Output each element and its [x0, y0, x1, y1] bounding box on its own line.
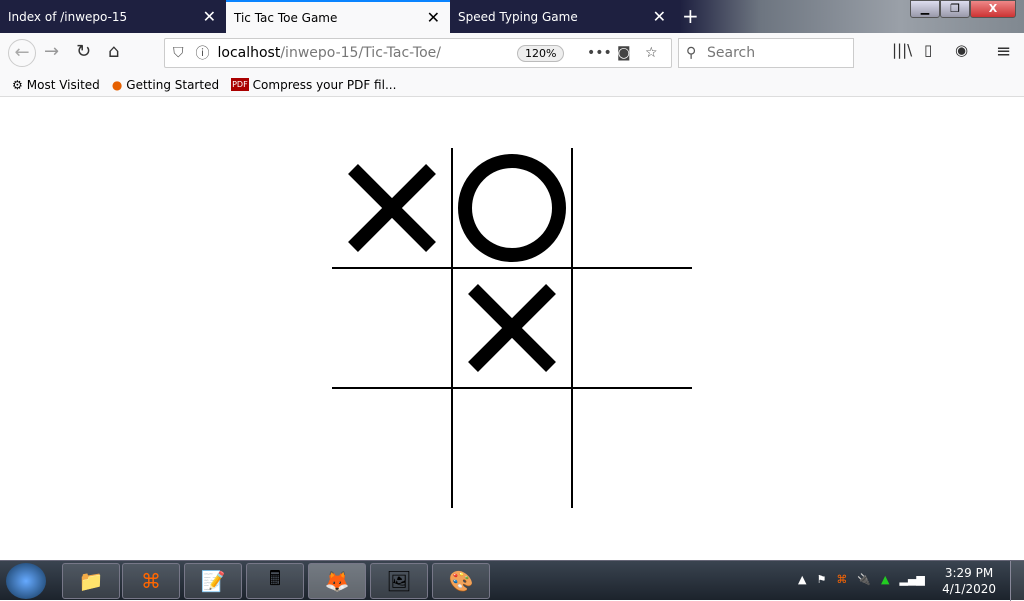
- tab-label: Index of /inwepo-15: [8, 9, 128, 24]
- search-placeholder: Search: [707, 45, 756, 61]
- sidebar-icon[interactable]: ▯: [924, 41, 932, 59]
- x-mark: [468, 284, 556, 372]
- library-icon[interactable]: |||\: [892, 41, 912, 59]
- paint-icon[interactable]: 🎨: [432, 563, 490, 599]
- bookmark-label: Most Visited: [26, 77, 100, 92]
- bookmark-label: Compress your PDF fil...: [252, 77, 397, 92]
- taskbar: 📁 ⌘ 📝 🖩 🦊 🖼 🎨 ▲ ⚑ ⌘ 🔌 ▲ ▂▄▆ 3:29 PM 4/1/2020: [0, 560, 1024, 601]
- tab-index[interactable]: Index of /inwepo-15 ✕: [0, 0, 226, 33]
- board-cell[interactable]: [332, 268, 452, 388]
- gear-icon: ⚙: [12, 77, 23, 92]
- minimize-button[interactable]: ▁: [910, 0, 940, 18]
- url-path: /inwepo-15/Tic-Tac-Toe/: [280, 45, 442, 61]
- bookmark-compress-pdf[interactable]: PDF Compress your PDF fil...: [231, 78, 396, 92]
- board-cell[interactable]: [572, 148, 692, 268]
- board-cell[interactable]: [572, 268, 692, 388]
- back-button[interactable]: ←: [8, 39, 36, 67]
- date: 4/1/2020: [942, 582, 996, 596]
- search-icon: ⚲: [686, 45, 697, 61]
- board-cell[interactable]: [572, 388, 692, 508]
- star-icon[interactable]: ☆: [645, 45, 658, 61]
- close-tab-icon[interactable]: ✕: [203, 7, 216, 26]
- menu-icon[interactable]: ≡: [996, 41, 1011, 62]
- tab-label: Tic Tac Toe Game: [234, 10, 338, 25]
- pdf-icon: PDF: [231, 78, 249, 91]
- tic-tac-toe-board: [332, 148, 692, 508]
- board-cell[interactable]: [332, 388, 452, 508]
- o-mark: [458, 154, 566, 262]
- more-icon[interactable]: •••: [587, 45, 612, 61]
- xampp-tray-icon[interactable]: ⌘: [836, 573, 847, 586]
- board-cell[interactable]: [452, 388, 572, 508]
- photo-viewer-icon[interactable]: 🖼: [370, 563, 428, 599]
- show-desktop-button[interactable]: [1010, 561, 1024, 601]
- maximize-button[interactable]: ❐: [940, 0, 970, 18]
- calculator-icon[interactable]: 🖩: [246, 563, 304, 599]
- info-icon[interactable]: ⓘ: [196, 43, 210, 63]
- url-bar[interactable]: ⛉ ⓘ localhost/inwepo-15/Tic-Tac-Toe/ 120…: [164, 38, 672, 68]
- signal-icon[interactable]: ▂▄▆: [900, 573, 925, 586]
- tab-bar: Index of /inwepo-15 ✕ Tic Tac Toe Game ✕ S…: [0, 0, 1024, 33]
- tab-speed-typing[interactable]: Speed Typing Game ✕: [450, 0, 676, 33]
- power-icon[interactable]: 🔌: [857, 573, 871, 586]
- tray-expand-icon[interactable]: ▲: [798, 573, 806, 586]
- firefox-icon: ●: [111, 77, 123, 92]
- shield-icon[interactable]: ⛉: [173, 45, 184, 61]
- pocket-icon[interactable]: ◙: [617, 45, 631, 61]
- notepad-icon[interactable]: 📝: [184, 563, 242, 599]
- close-tab-icon[interactable]: ✕: [653, 7, 666, 26]
- bookmark-most-visited[interactable]: ⚙ Most Visited: [12, 78, 100, 92]
- new-tab-button[interactable]: +: [682, 4, 699, 28]
- bookmarks-toolbar: ⚙ Most Visited ● Getting Started PDF Compre…: [0, 73, 1024, 97]
- account-icon[interactable]: ◉: [955, 41, 968, 59]
- flag-icon[interactable]: ⚑: [816, 573, 826, 586]
- triangle-app-icon[interactable]: ▲: [881, 573, 889, 586]
- bookmark-label: Getting Started: [126, 77, 220, 92]
- xampp-icon[interactable]: ⌘: [122, 563, 180, 599]
- reload-button[interactable]: ↻: [76, 41, 91, 62]
- time: 3:29 PM: [944, 566, 994, 580]
- nav-bar: ← → ↻ ⌂ ⛉ ⓘ localhost/inwepo-15/Tic-Tac-…: [0, 33, 1024, 73]
- url-host: localhost: [217, 45, 281, 61]
- clock[interactable]: 3:29 PM 4/1/2020: [942, 565, 996, 597]
- board-cell[interactable]: [452, 268, 572, 388]
- bookmark-getting-started[interactable]: ● Getting Started: [112, 78, 219, 92]
- explorer-icon[interactable]: 📁: [62, 563, 120, 599]
- close-tab-icon[interactable]: ✕: [427, 8, 440, 27]
- home-button[interactable]: ⌂: [108, 41, 119, 62]
- start-button[interactable]: [6, 563, 46, 599]
- board-cell[interactable]: [452, 148, 572, 268]
- tab-tic-tac-toe[interactable]: Tic Tac Toe Game ✕: [226, 0, 450, 33]
- board-cell[interactable]: [332, 148, 452, 268]
- search-input[interactable]: ⚲ Search: [678, 38, 854, 68]
- firefox-taskbar-icon[interactable]: 🦊: [308, 563, 366, 599]
- tab-label: Speed Typing Game: [458, 9, 578, 24]
- zoom-level[interactable]: 120%: [517, 45, 565, 62]
- close-window-button[interactable]: X: [970, 0, 1016, 18]
- system-tray: ▲ ⚑ ⌘ 🔌 ▲ ▂▄▆: [798, 573, 925, 586]
- x-mark: [348, 164, 436, 252]
- forward-button[interactable]: →: [44, 41, 59, 62]
